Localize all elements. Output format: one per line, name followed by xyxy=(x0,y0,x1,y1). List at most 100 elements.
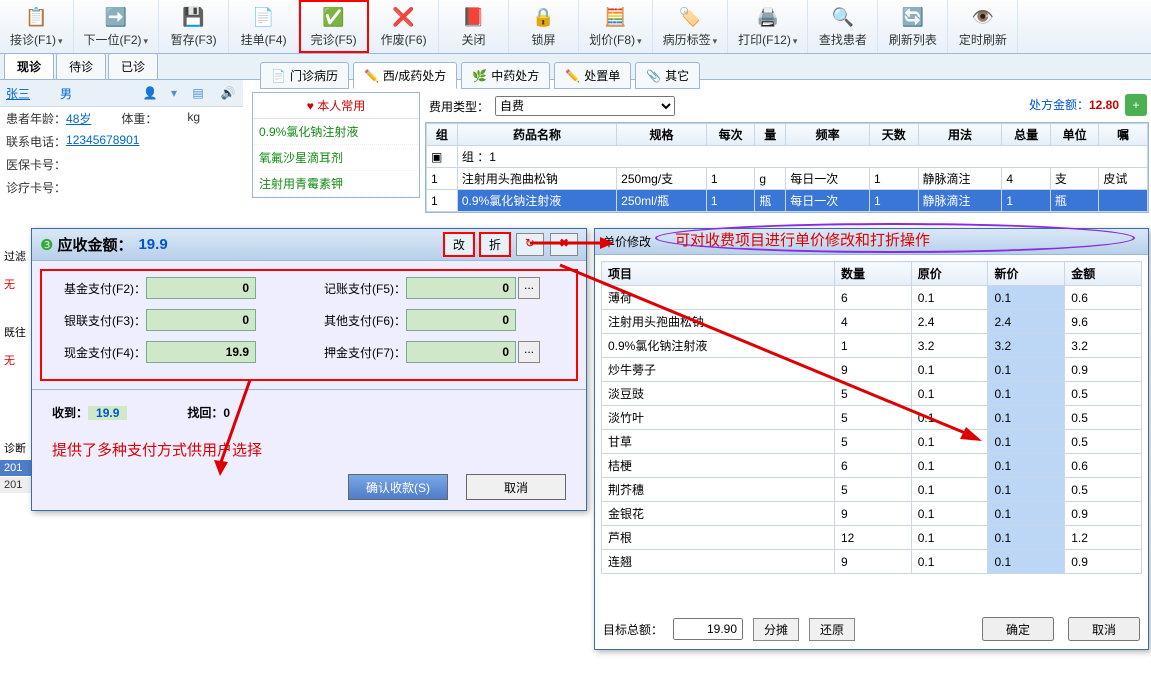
group-toggle[interactable]: ▣ xyxy=(427,146,458,168)
toolbar-刷新列表[interactable]: 🔄刷新列表 xyxy=(878,0,948,53)
price-row[interactable]: 荆芥穗50.10.10.5 xyxy=(602,478,1142,502)
toolbar-定时刷新[interactable]: 👁️定时刷新 xyxy=(948,0,1018,53)
toolbar-查找患者[interactable]: 🔍查找患者 xyxy=(808,0,878,53)
toolbar-icon: ❌ xyxy=(392,5,416,29)
rx-grid: 组药品名称规格每次量频率天数用法总量单位嘱 ▣组 ：11注射用头孢曲松钠250m… xyxy=(425,122,1149,213)
patient-name[interactable]: 张三 xyxy=(6,85,30,102)
price-row[interactable]: 注射用头孢曲松钠42.42.49.6 xyxy=(602,310,1142,334)
price-row[interactable]: 薄荷60.10.10.6 xyxy=(602,286,1142,310)
toolbar-锁屏[interactable]: 🔒锁屏 xyxy=(509,0,579,53)
sub-tab-其它[interactable]: 📎其它 xyxy=(635,62,700,89)
pay-field-input[interactable] xyxy=(146,277,256,299)
more-button[interactable]: ... xyxy=(518,341,540,363)
toolbar-label: 接诊(F1)▾ xyxy=(10,31,63,48)
price-row[interactable]: 芦根120.10.11.2 xyxy=(602,526,1142,550)
rx-cell: 1 xyxy=(427,168,458,190)
fav-item[interactable]: 注射用青霉素钾 xyxy=(253,171,419,197)
rx-row[interactable]: 1注射用头孢曲松钠250mg/支1g每日一次1静脉滴注4支皮试 xyxy=(427,168,1148,190)
age-value[interactable]: 48岁 xyxy=(66,110,91,127)
rx-cell: 皮试 xyxy=(1099,168,1148,190)
price-row[interactable]: 连翘90.10.10.9 xyxy=(602,550,1142,574)
confirm-payment-button[interactable]: 确认收款(S) xyxy=(348,474,448,500)
price-modify-dialog: 单价修改 可对收费项目进行单价修改和打折操作 项目数量原价新价金额 薄荷60.1… xyxy=(594,228,1149,650)
toolbar-icon: 📋 xyxy=(24,5,48,29)
change-value: 0 xyxy=(223,406,230,420)
cancel-payment-button[interactable]: 取消 xyxy=(466,474,566,500)
price-row[interactable]: 淡豆豉50.10.10.5 xyxy=(602,382,1142,406)
favorites-panel: ♥ 本人常用 0.9%氯化钠注射液氧氟沙星滴耳剂注射用青霉素钾 xyxy=(252,92,420,198)
pay-field-input[interactable] xyxy=(146,309,256,331)
pay-field-label: 押金支付(F7)： xyxy=(306,344,406,361)
toolbar-接诊(F1)[interactable]: 📋 接诊(F1)▾ xyxy=(0,0,74,53)
hist-label: 既往 xyxy=(0,318,30,346)
toolbar-划价(F8)[interactable]: 🧮划价(F8)▾ xyxy=(579,0,653,53)
modify-button[interactable]: 改 xyxy=(444,233,474,256)
pay-field-input[interactable] xyxy=(406,309,516,331)
toolbar-label: 查找患者 xyxy=(819,31,867,48)
toolbar-下一位(F2)[interactable]: ➡️下一位(F2)▾ xyxy=(74,0,160,53)
toolbar-完诊(F5)[interactable]: ✅完诊(F5) xyxy=(299,0,369,53)
person-icon[interactable]: 👤 xyxy=(141,84,159,102)
sub-tab-处置单[interactable]: ✏️处置单 xyxy=(554,62,631,89)
pay-field-input[interactable] xyxy=(146,341,256,363)
cancel-button[interactable]: 取消 xyxy=(1068,617,1140,641)
rx-cell: 250mg/支 xyxy=(617,168,707,190)
rx-cell: 4 xyxy=(1002,168,1051,190)
more-button[interactable]: ... xyxy=(518,277,540,299)
toolbar-暂存(F3)[interactable]: 💾暂存(F3) xyxy=(159,0,229,53)
toolbar-病历标签[interactable]: 🏷️病历标签▾ xyxy=(653,0,729,53)
rx-header: 天数 xyxy=(870,124,919,146)
rx-header: 嘱 xyxy=(1099,124,1148,146)
main-tab-现诊[interactable]: 现诊 xyxy=(4,53,54,79)
toolbar-打印(F12)[interactable]: 🖨️打印(F12)▾ xyxy=(728,0,808,53)
rx-cell: 静脉滴注 xyxy=(918,168,1002,190)
dropdown-icon[interactable]: ▾ xyxy=(171,86,177,100)
rx-header: 药品名称 xyxy=(457,124,616,146)
price-header: 数量 xyxy=(834,262,911,286)
main-tab-已诊[interactable]: 已诊 xyxy=(108,53,158,79)
pay-title-label: 应收金额： xyxy=(57,234,132,255)
toolbar-label: 打印(F12)▾ xyxy=(738,31,797,48)
fav-item[interactable]: 氧氟沙星滴耳剂 xyxy=(253,145,419,171)
target-input[interactable] xyxy=(673,618,743,640)
pay-field-label: 记账支付(F5)： xyxy=(306,280,406,297)
sub-tab-中药处方[interactable]: 🌿中药处方 xyxy=(461,62,550,89)
price-row[interactable]: 金银花90.10.10.9 xyxy=(602,502,1142,526)
restore-button[interactable]: 还原 xyxy=(809,618,855,641)
tab-icon: ✏️ xyxy=(565,69,580,83)
price-row[interactable]: 桔梗60.10.10.6 xyxy=(602,454,1142,478)
toolbar-关闭[interactable]: 📕关闭 xyxy=(439,0,509,53)
sound-icon[interactable]: 🔊 xyxy=(219,84,237,102)
sub-tab-门诊病历[interactable]: 📄门诊病历 xyxy=(260,62,349,89)
price-header: 金额 xyxy=(1065,262,1142,286)
price-row[interactable]: 甘草50.10.10.5 xyxy=(602,430,1142,454)
toolbar-作废(F6)[interactable]: ❌作废(F6) xyxy=(369,0,439,53)
price-row[interactable]: 炒牛蒡子90.10.10.9 xyxy=(602,358,1142,382)
main-tab-待诊[interactable]: 待诊 xyxy=(56,53,106,79)
rx-cell: 瓶 xyxy=(1050,190,1099,212)
sub-tab-西/成药处方[interactable]: ✏️西/成药处方 xyxy=(353,62,457,89)
phone-value[interactable]: 12345678901 xyxy=(66,133,139,150)
price-dialog-title: 单价修改 xyxy=(603,235,651,249)
fav-item[interactable]: 0.9%氯化钠注射液 xyxy=(253,119,419,145)
toolbar-挂单(F4)[interactable]: 📄挂单(F4) xyxy=(229,0,299,53)
refresh-button[interactable]: ↻ xyxy=(516,233,544,256)
price-row[interactable]: 0.9%氯化钠注射液13.23.23.2 xyxy=(602,334,1142,358)
add-button[interactable]: + xyxy=(1125,94,1147,116)
toolbar-label: 完诊(F5) xyxy=(311,31,357,48)
fee-type-select[interactable]: 自费 xyxy=(495,96,675,116)
recv-label: 收到： xyxy=(52,406,88,420)
close-button[interactable]: ✖ xyxy=(550,233,578,256)
price-row[interactable]: 淡竹叶50.10.10.5 xyxy=(602,406,1142,430)
pay-field-input[interactable] xyxy=(406,277,516,299)
ok-button[interactable]: 确定 xyxy=(982,617,1054,641)
tab-label: 中药处方 xyxy=(491,67,539,84)
card-icon[interactable]: ▤ xyxy=(189,84,207,102)
pay-field-input[interactable] xyxy=(406,341,516,363)
split-button[interactable]: 分摊 xyxy=(753,618,799,641)
recv-value: 19.9 xyxy=(88,406,127,420)
toolbar-label: 病历标签▾ xyxy=(663,31,718,48)
discount-button[interactable]: 折 xyxy=(480,233,510,256)
toolbar-label: 刷新列表 xyxy=(889,31,937,48)
rx-row[interactable]: 10.9%氯化钠注射液250ml/瓶1瓶每日一次1静脉滴注1瓶 xyxy=(427,190,1148,212)
